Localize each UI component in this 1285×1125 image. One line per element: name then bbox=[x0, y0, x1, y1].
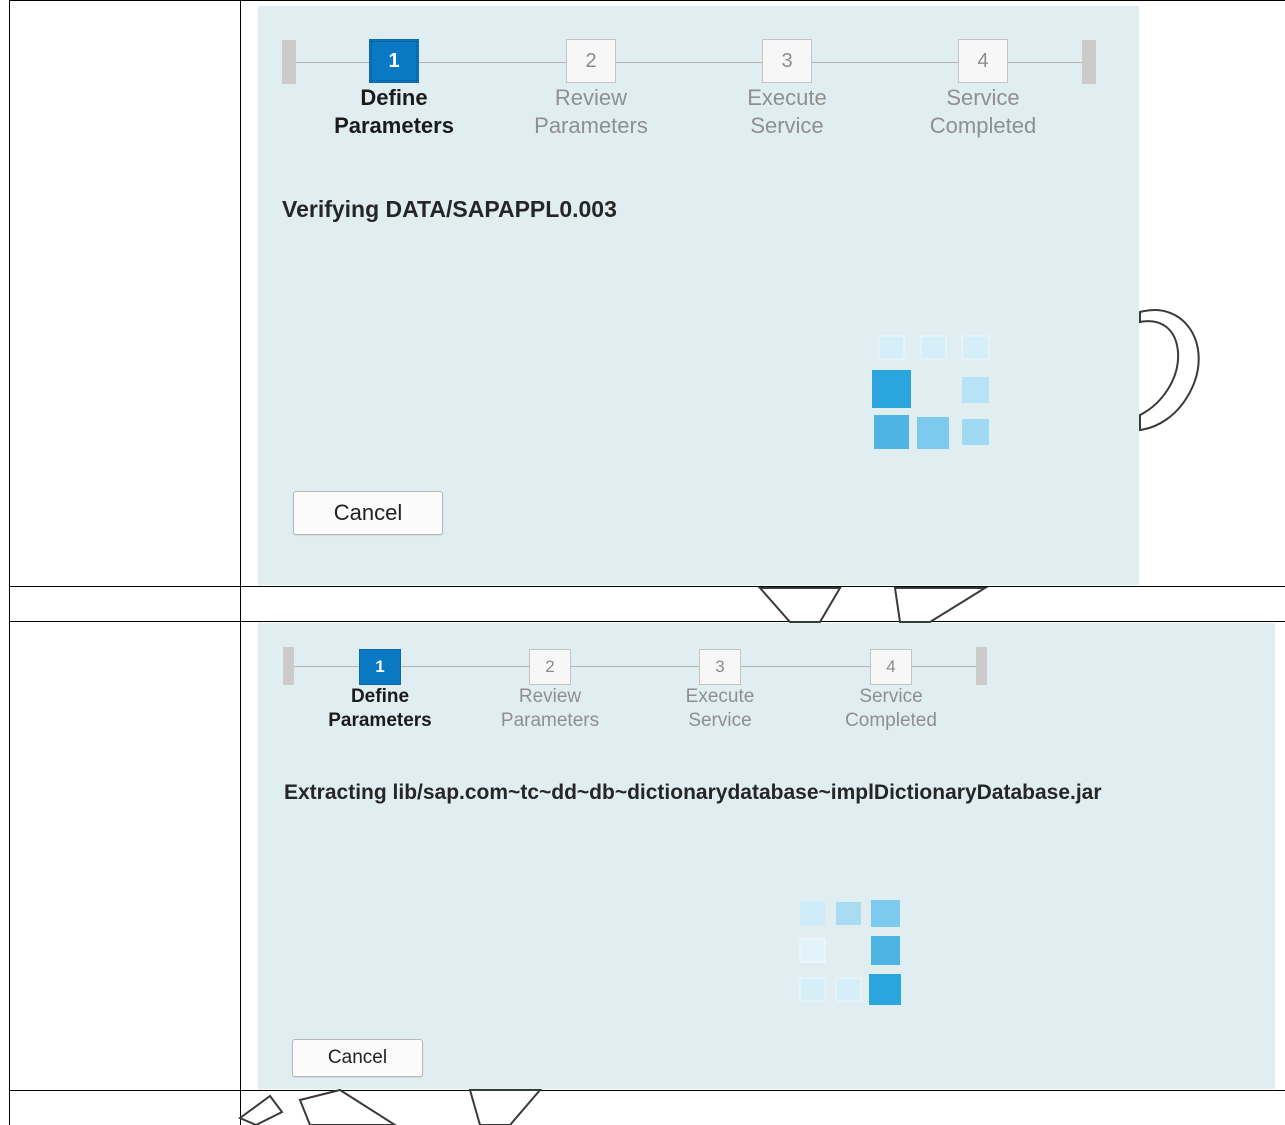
step-number: 2 bbox=[545, 657, 555, 676]
step-label-execute-service: Execute Service bbox=[685, 686, 755, 731]
table-border-top bbox=[9, 0, 1285, 1]
roadmap-step-2[interactable]: 2 bbox=[566, 39, 616, 83]
step-label-define-parameters: Define Parameters bbox=[334, 85, 454, 138]
roadmap-end-cap bbox=[1082, 40, 1096, 84]
step-label-review-parameters: Review Parameters bbox=[500, 686, 600, 731]
step-label-service-completed: Service Completed bbox=[845, 686, 937, 731]
roadmap-start-cap bbox=[283, 647, 294, 685]
step-label-service-completed: Service Completed bbox=[929, 85, 1037, 138]
table-row-divider-3 bbox=[9, 1090, 1285, 1091]
step-number: 4 bbox=[977, 49, 989, 72]
step-number: 3 bbox=[781, 49, 793, 72]
progress-status-text: Extracting lib/sap.com~tc~dd~db~dictiona… bbox=[284, 781, 1102, 804]
step-number: 2 bbox=[585, 49, 597, 72]
cancel-button[interactable]: Cancel bbox=[293, 491, 443, 535]
step-number: 3 bbox=[715, 657, 725, 676]
wizard-panel-verifying: 1 2 3 4 Define Parameters Review Parameter… bbox=[258, 6, 1139, 585]
step-number: 4 bbox=[886, 657, 896, 676]
wizard-panel-extracting: 1 2 3 4 Define Parameters Review Parameter… bbox=[258, 623, 1275, 1089]
roadmap-step-4[interactable]: 4 bbox=[870, 649, 912, 685]
busy-indicator-icon bbox=[872, 335, 990, 449]
roadmap-step-1[interactable]: 1 bbox=[369, 39, 419, 83]
busy-indicator-icon bbox=[799, 900, 901, 1005]
table-row-divider-2 bbox=[9, 621, 1285, 622]
table-column-divider bbox=[240, 0, 241, 1125]
step-label-define-parameters: Define Parameters bbox=[328, 686, 432, 731]
roadmap-end-cap bbox=[976, 647, 987, 685]
step-number: 1 bbox=[375, 657, 385, 676]
table-border-left bbox=[9, 0, 10, 1125]
step-number: 1 bbox=[388, 49, 400, 72]
roadmap-start-cap bbox=[282, 40, 296, 84]
step-label-execute-service: Execute Service bbox=[747, 85, 827, 138]
cancel-button[interactable]: Cancel bbox=[292, 1039, 423, 1077]
roadmap-step-4[interactable]: 4 bbox=[958, 39, 1008, 83]
progress-status-text: Verifying DATA/SAPAPPL0.003 bbox=[282, 196, 617, 222]
table-row-divider-1 bbox=[9, 586, 1285, 587]
roadmap-step-3[interactable]: 3 bbox=[762, 39, 812, 83]
roadmap-step-2[interactable]: 2 bbox=[529, 649, 571, 685]
step-label-review-parameters: Review Parameters bbox=[534, 85, 648, 138]
roadmap-step-3[interactable]: 3 bbox=[699, 649, 741, 685]
roadmap-step-1[interactable]: 1 bbox=[359, 649, 401, 685]
